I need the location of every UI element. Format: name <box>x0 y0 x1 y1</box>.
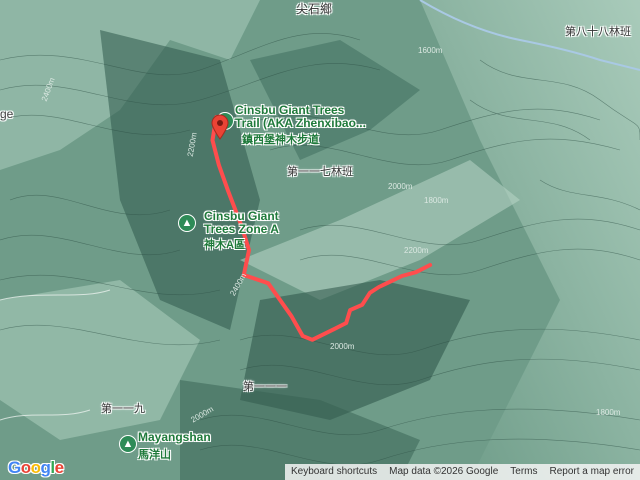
forest-section-111-label: 第一一一 <box>243 381 287 393</box>
contour-label: 2200m <box>404 246 429 255</box>
zone-name-en-2[interactable]: Trees Zone A <box>204 223 279 236</box>
trailhead-pin-icon[interactable] <box>211 114 229 140</box>
contour-label: 2000m <box>330 342 355 351</box>
forest-section-117-label: 第一一七林班 <box>287 166 353 178</box>
attribution-bar: Keyboard shortcuts Map data ©2026 Google… <box>284 464 640 480</box>
contour-label: 1800m <box>424 196 449 205</box>
edge-place-label: ge <box>0 107 14 121</box>
contour-label: 1800m <box>596 408 621 417</box>
contour-label: 2000m <box>388 182 413 191</box>
zone-name-zh[interactable]: 神木A區 <box>204 236 245 252</box>
forest-section-88-label: 第八十八林班 <box>565 26 631 38</box>
mountain-name-en[interactable]: Mayangshan <box>138 431 211 444</box>
terms-link[interactable]: Terms <box>504 464 543 480</box>
tree-icon[interactable]: ▲ <box>178 214 196 232</box>
mountain-name-zh[interactable]: 馬洋山 <box>138 446 171 462</box>
hiking-icon[interactable]: ▲ <box>119 435 137 453</box>
report-map-error-link[interactable]: Report a map error <box>544 464 640 480</box>
hiking-track <box>210 115 433 342</box>
trail-name-zh[interactable]: 鎮西堡神木步道 <box>242 131 319 147</box>
contour-label: 1600m <box>418 46 443 55</box>
village-label: 尖石鄉 <box>296 2 333 16</box>
map-canvas[interactable]: 2400m 2000m 2200m 1800m 1600m 2200m 2400… <box>0 0 640 480</box>
keyboard-shortcuts-link[interactable]: Keyboard shortcuts <box>285 464 383 480</box>
map-data-text: Map data ©2026 Google <box>389 466 499 477</box>
google-logo: Google <box>8 458 64 477</box>
forest-section-119-label: 第一一九 <box>101 403 145 415</box>
trail-name-en-2[interactable]: Trail (AKA Zhenxibao... <box>235 117 366 130</box>
